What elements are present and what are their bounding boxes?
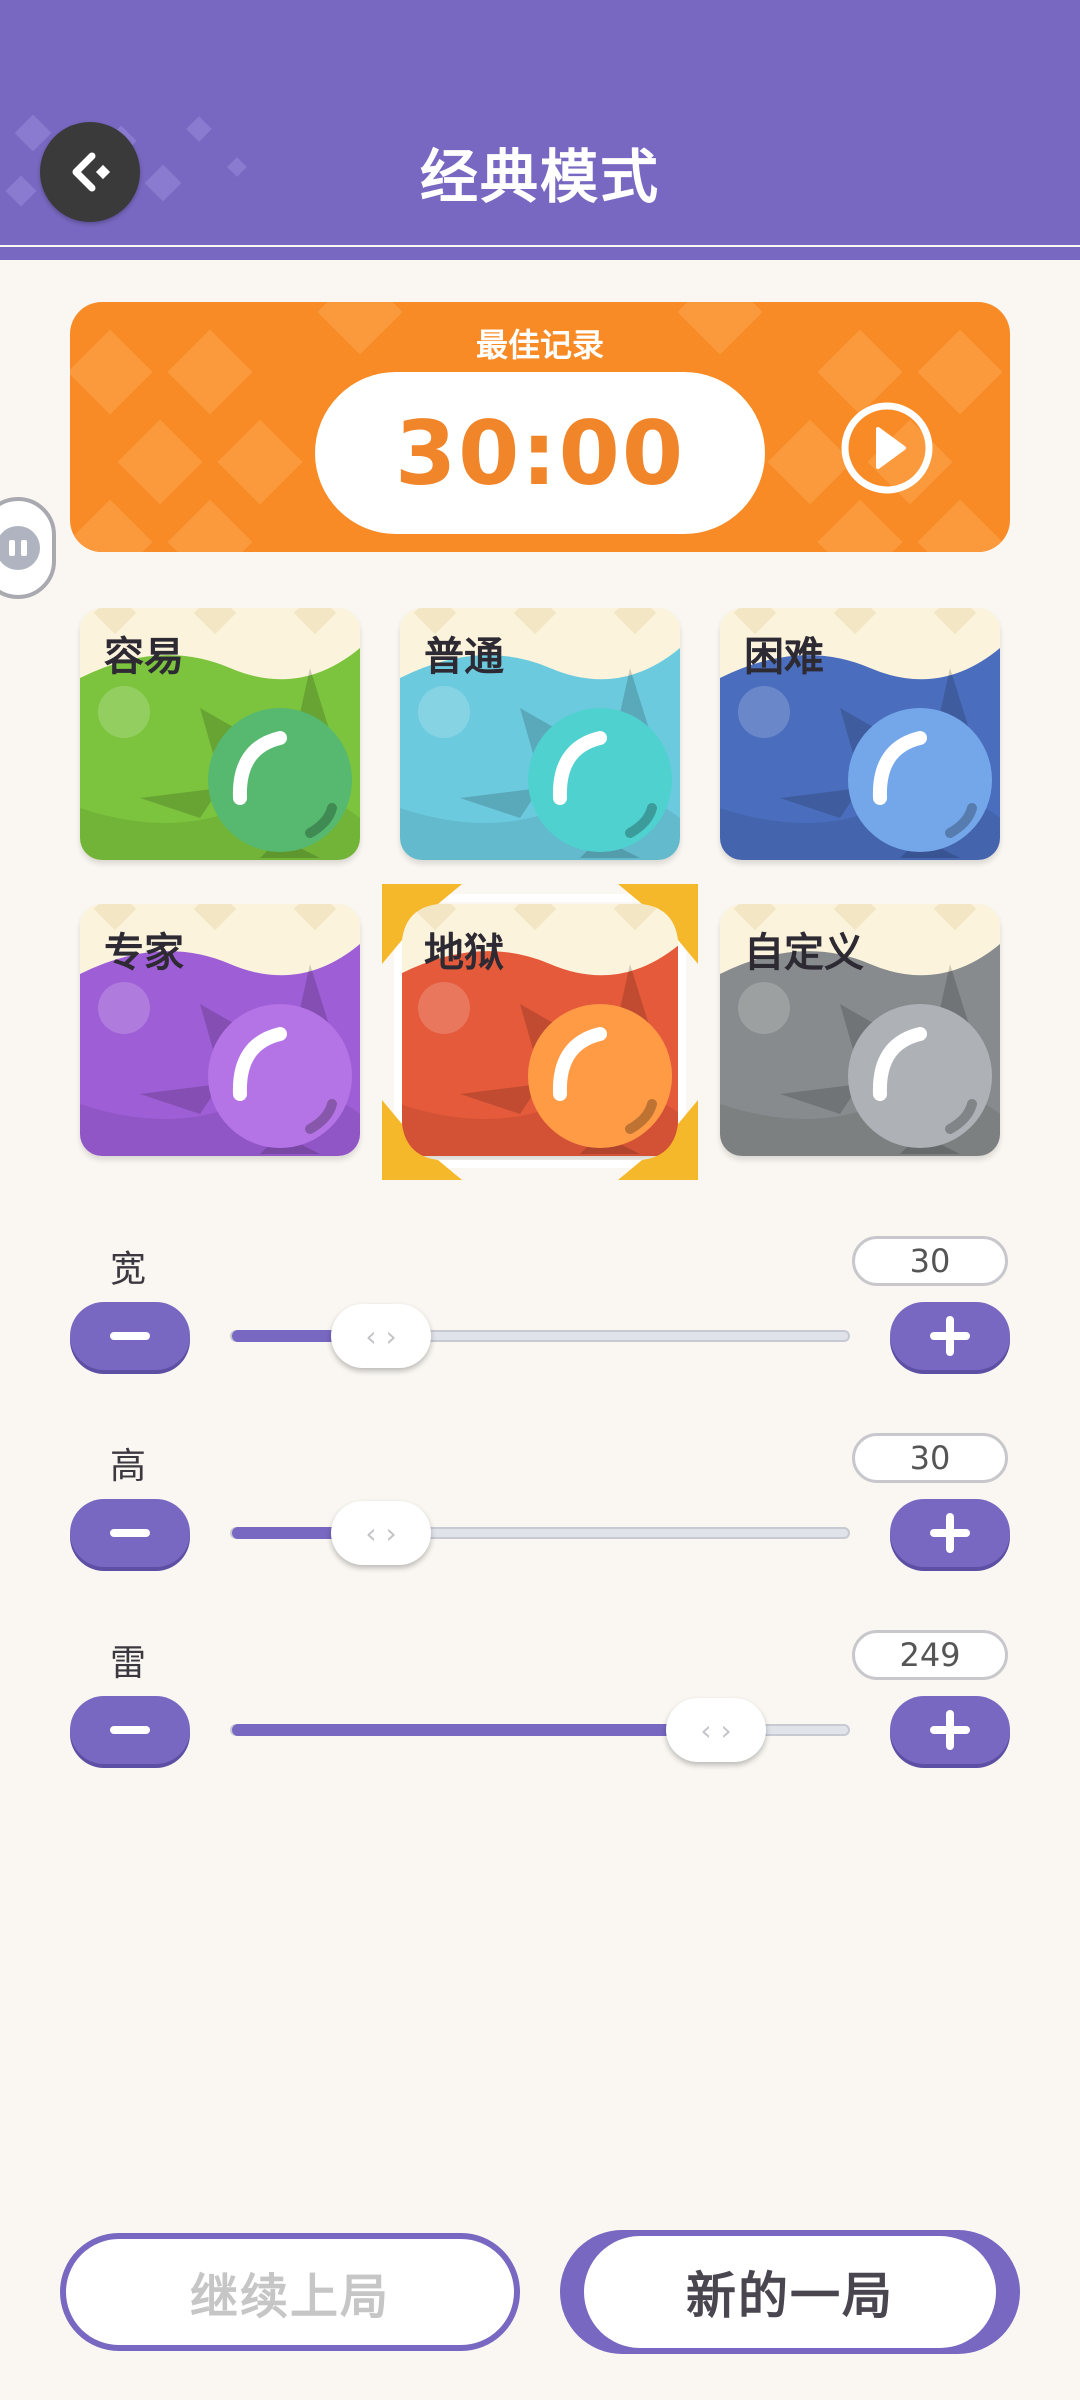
slider-thumb[interactable]: ‹ ›: [331, 1501, 431, 1565]
setting-value-field[interactable]: 30: [852, 1236, 1008, 1286]
decrease-button[interactable]: [70, 1499, 190, 1567]
setting-slider[interactable]: ‹ ›: [230, 1501, 850, 1565]
slider-thumb[interactable]: ‹ ›: [666, 1698, 766, 1762]
minus-icon: [110, 1332, 150, 1340]
difficulty-card[interactable]: 自定义: [720, 904, 1000, 1156]
minus-icon: [110, 1529, 150, 1537]
difficulty-label: 普通: [424, 634, 504, 680]
setting-label: 宽: [110, 1249, 147, 1290]
plus-icon: [930, 1513, 970, 1553]
play-replay-icon[interactable]: [840, 401, 934, 495]
setting-slider[interactable]: ‹ ›: [230, 1698, 850, 1762]
difficulty-label: 专家: [104, 930, 184, 976]
difficulty-card[interactable]: 普通: [400, 608, 680, 860]
setting-label: 高: [110, 1446, 147, 1487]
setting-slider[interactable]: ‹ ›: [230, 1304, 850, 1368]
increase-button[interactable]: [890, 1302, 1010, 1370]
minus-icon: [110, 1726, 150, 1734]
difficulty-label: 困难: [744, 634, 824, 680]
selected-frame-corners: [382, 884, 698, 1180]
difficulty-card[interactable]: 困难: [720, 608, 1000, 860]
slider-thumb[interactable]: ‹ ›: [331, 1304, 431, 1368]
plus-icon: [930, 1316, 970, 1356]
pause-icon: [0, 526, 40, 570]
difficulty-label: 自定义: [744, 930, 864, 976]
plus-icon: [930, 1710, 970, 1750]
new-game-button[interactable]: 新的一局: [560, 2230, 1020, 2354]
header-divider: [0, 247, 1080, 260]
difficulty-card[interactable]: 容易: [80, 608, 360, 860]
setting-value-field[interactable]: 249: [852, 1630, 1008, 1680]
slider-fill: [232, 1724, 716, 1736]
difficulty-card[interactable]: 专家: [80, 904, 360, 1156]
best-record-time: 30:00: [315, 372, 765, 534]
increase-button[interactable]: [890, 1499, 1010, 1567]
page-title: 经典模式: [419, 143, 660, 211]
setting-label: 雷: [110, 1643, 147, 1684]
difficulty-label: 容易: [104, 634, 184, 680]
new-game-label: 新的一局: [584, 2236, 996, 2348]
floating-side-handle[interactable]: [0, 497, 56, 599]
decrease-button[interactable]: [70, 1696, 190, 1764]
header-bar: 经典模式: [0, 0, 1080, 245]
increase-button[interactable]: [890, 1696, 1010, 1764]
continue-game-button[interactable]: 继续上局: [60, 2233, 520, 2351]
best-record-panel: 最佳记录 30:00: [70, 302, 1010, 552]
setting-value-field[interactable]: 30: [852, 1433, 1008, 1483]
decrease-button[interactable]: [70, 1302, 190, 1370]
best-record-label: 最佳记录: [475, 326, 604, 364]
